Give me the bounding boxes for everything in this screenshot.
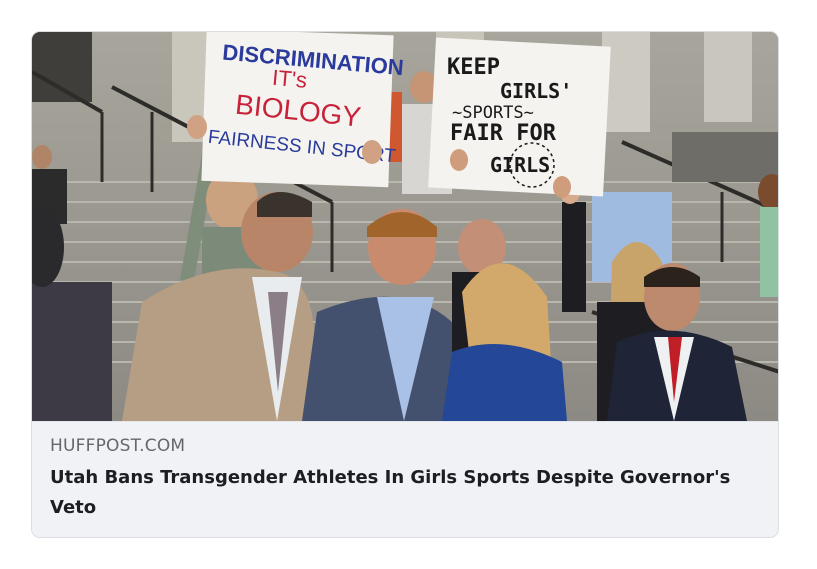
protest-sign-left: DISCRIMINATION IT's BIOLOGY FAIRNESS IN … [201,32,405,188]
protest-sign-right: KEEP GIRLS' ~SPORTS~ FAIR FOR GIRLS [428,37,611,197]
article-photo[interactable]: DISCRIMINATION IT's BIOLOGY FAIRNESS IN … [32,32,778,421]
sign-right-line4: FAIR FOR [450,121,557,146]
source-domain: HUFFPOST.COM [50,436,186,456]
sign-left-line2: IT's [271,65,308,93]
sign-right-line2: GIRLS' [500,79,572,103]
link-preview-card[interactable]: DISCRIMINATION IT's BIOLOGY FAIRNESS IN … [31,31,779,538]
sign-right-line3: ~SPORTS~ [452,103,534,123]
sign-right-line1: KEEP [447,55,500,80]
sign-right-line5: GIRLS [490,153,550,177]
article-headline[interactable]: Utah Bans Transgender Athletes In Girls … [50,463,750,523]
link-preview-meta[interactable]: HUFFPOST.COM Utah Bans Transgender Athle… [32,421,778,537]
photo-illustration: DISCRIMINATION IT's BIOLOGY FAIRNESS IN … [32,32,778,421]
